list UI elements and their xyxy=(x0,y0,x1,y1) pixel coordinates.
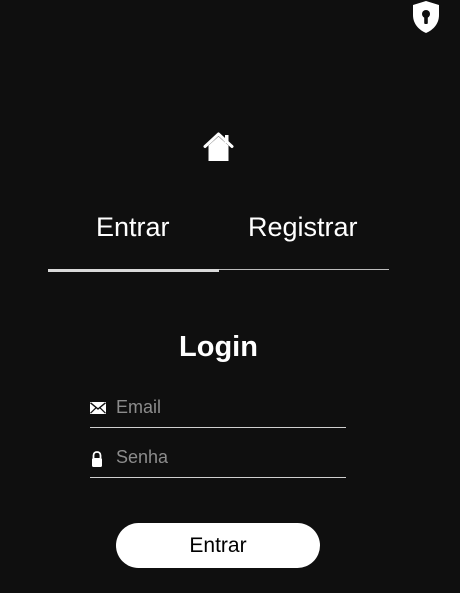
password-input[interactable] xyxy=(116,447,342,467)
home-icon[interactable] xyxy=(202,131,235,162)
email-input[interactable] xyxy=(116,397,342,417)
login-title: Login xyxy=(179,331,258,363)
password-field xyxy=(90,447,346,478)
login-page: Entrar Registrar Login Entrar xyxy=(0,0,460,593)
shield-keyhole-icon[interactable] xyxy=(411,0,441,34)
email-field xyxy=(90,397,346,428)
active-tab-indicator xyxy=(48,269,219,272)
tab-entrar[interactable]: Entrar xyxy=(96,211,170,243)
envelope-icon xyxy=(90,401,106,419)
lock-icon xyxy=(90,451,104,473)
login-submit-button[interactable]: Entrar xyxy=(116,523,320,568)
tab-registrar[interactable]: Registrar xyxy=(248,211,358,243)
